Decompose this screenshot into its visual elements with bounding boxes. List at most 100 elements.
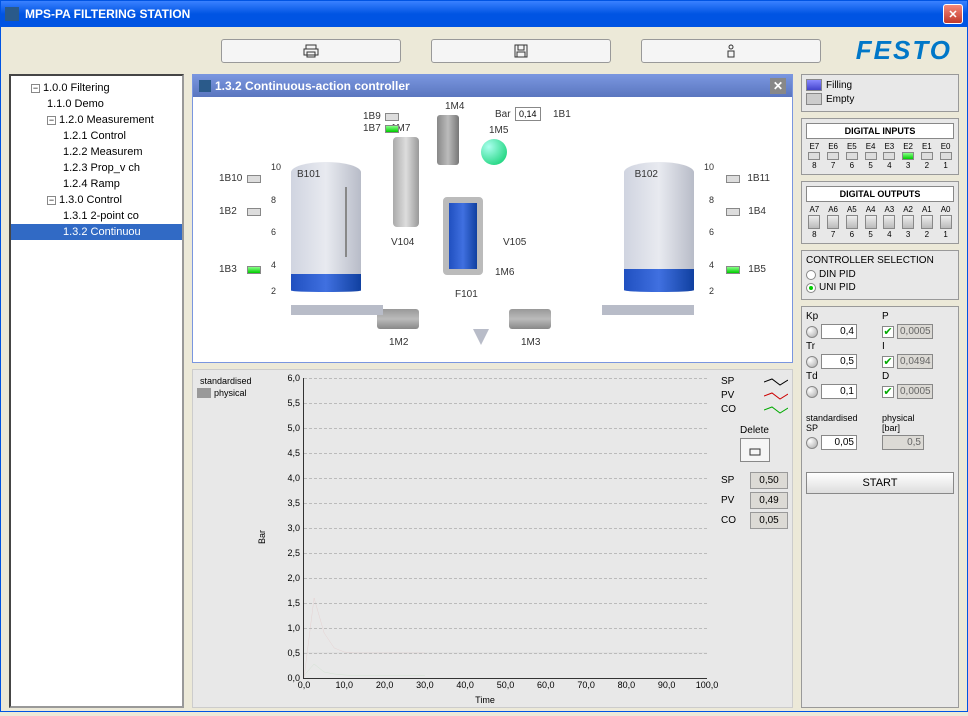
dout-switch-A7[interactable]: [808, 215, 820, 229]
pump-1m3: [509, 309, 551, 329]
sp-knob[interactable]: [806, 437, 818, 449]
radio-uni-pid[interactable]: UNI PID: [806, 282, 954, 293]
tree-item[interactable]: −1.3.0 Control: [11, 192, 182, 208]
filling-indicator: [806, 79, 822, 91]
tank-b101: [291, 162, 361, 292]
tank-b102-label: B102: [635, 169, 658, 180]
dout-switch-A3[interactable]: [883, 215, 895, 229]
d-checkbox[interactable]: ✔: [882, 386, 894, 398]
pv-value: 0,49: [750, 492, 788, 509]
dout-switch-A2[interactable]: [902, 215, 914, 229]
tree-item[interactable]: 1.2.4 Ramp: [11, 176, 182, 192]
i-checkbox[interactable]: ✔: [882, 356, 894, 368]
empty-indicator: [806, 93, 822, 105]
tree-item[interactable]: 1.3.1 2-point co: [11, 208, 182, 224]
titlebar: MPS-PA FILTERING STATION ✕: [1, 1, 967, 27]
din-led-E1: [921, 152, 933, 160]
toolbar: FESTO: [1, 27, 967, 74]
led-1b7: [385, 125, 399, 133]
outflow-arrow-icon: [471, 307, 491, 347]
tr-knob[interactable]: [806, 356, 818, 368]
sp-value: 0,50: [750, 472, 788, 489]
digital-outputs-panel: DIGITAL OUTPUTS A78A67A56A45A34A23A12A01: [801, 181, 959, 244]
led-1b9: [385, 113, 399, 121]
dome-1m5: [481, 139, 507, 165]
delete-label: Delete: [721, 425, 788, 436]
legend-sp: SP: [721, 376, 788, 387]
brand-logo: FESTO: [856, 35, 952, 66]
toolbar-stop-button[interactable]: [641, 39, 821, 63]
stirrer-motor: [393, 137, 419, 227]
tree-item[interactable]: 1.2.3 Prop_v ch: [11, 160, 182, 176]
led-1b4: [726, 208, 740, 216]
diagram-subwindow: 1.3.2 Continuous-action controller ✕ B10…: [192, 74, 793, 363]
chart-tab-physical[interactable]: physical: [197, 388, 249, 398]
process-diagram: B101 B102 10 8 6 4 2 10: [193, 97, 792, 362]
tank-b101-scale: 10 8 6 4 2: [271, 162, 289, 292]
led-1b2: [247, 208, 261, 216]
din-led-E2: [902, 152, 914, 160]
printer-icon: [303, 43, 319, 59]
chart-xlabel: Time: [475, 695, 495, 705]
tree-expander[interactable]: −: [47, 116, 56, 125]
digital-inputs-panel: DIGITAL INPUTS E78E67E56E45E34E23E12E01: [801, 118, 959, 175]
filter-f101: [443, 197, 483, 275]
actuator-1m4: [437, 115, 459, 165]
tree-item[interactable]: 1.1.0 Demo: [11, 96, 182, 112]
tree-item[interactable]: −1.0.0 Filtering: [11, 80, 182, 96]
kp-knob[interactable]: [806, 326, 818, 338]
dout-switch-A6[interactable]: [827, 215, 839, 229]
stop-icon: [723, 43, 739, 59]
led-1b5: [726, 266, 740, 274]
tree-expander[interactable]: −: [47, 196, 56, 205]
dout-switch-A0[interactable]: [940, 215, 952, 229]
app-title: MPS-PA FILTERING STATION: [25, 7, 190, 21]
navigation-tree[interactable]: −1.0.0 Filtering1.1.0 Demo−1.2.0 Measure…: [9, 74, 184, 708]
tr-value[interactable]: 0,5: [821, 354, 857, 369]
sp-std-value[interactable]: 0,05: [821, 435, 857, 450]
tree-item[interactable]: 1.3.2 Continuou: [11, 224, 182, 240]
close-button[interactable]: ✕: [943, 4, 963, 24]
tree-item[interactable]: 1.2.1 Control: [11, 128, 182, 144]
stirrer-shaft: [345, 187, 347, 257]
start-button[interactable]: START: [806, 472, 954, 494]
co-value: 0,05: [750, 512, 788, 529]
p-checkbox[interactable]: ✔: [882, 326, 894, 338]
chart-plot: 0,00,51,01,52,02,53,03,54,04,55,05,56,00…: [303, 378, 707, 679]
diagram-close-button[interactable]: ✕: [770, 78, 786, 94]
din-led-E7: [808, 152, 820, 160]
din-led-E3: [883, 152, 895, 160]
chart-tab-standardised[interactable]: standardised: [197, 376, 249, 386]
tree-item[interactable]: 1.2.2 Measurem: [11, 144, 182, 160]
pid-params-panel: Kp 0,4 Tr 0,5 Td 0,1 P ✔0,0005 I ✔0,0494…: [801, 306, 959, 708]
toolbar-print-button[interactable]: [221, 39, 401, 63]
tree-expander[interactable]: −: [31, 84, 40, 93]
din-led-E0: [940, 152, 952, 160]
kp-value[interactable]: 0,4: [821, 324, 857, 339]
td-knob[interactable]: [806, 386, 818, 398]
disk-icon: [513, 43, 529, 59]
dout-switch-A1[interactable]: [921, 215, 933, 229]
eraser-icon: [748, 443, 762, 457]
delete-button[interactable]: [740, 438, 770, 462]
controller-selection-panel: CONTROLLER SELECTION DIN PID UNI PID: [801, 250, 959, 300]
dout-switch-A5[interactable]: [846, 215, 858, 229]
radio-din-pid[interactable]: DIN PID: [806, 269, 954, 280]
td-value[interactable]: 0,1: [821, 384, 857, 399]
fill-indicator-panel: Filling Empty: [801, 74, 959, 112]
i-value: 0,0494: [897, 354, 933, 369]
din-led-E6: [827, 152, 839, 160]
tank-b102: [624, 162, 694, 292]
toolbar-save-button[interactable]: [431, 39, 611, 63]
diagram-title: 1.3.2 Continuous-action controller: [215, 79, 410, 93]
tank-b102-scale: 10 8 6 4 2: [696, 162, 714, 292]
legend-co: CO: [721, 404, 788, 415]
led-1b11: [726, 175, 740, 183]
main-window: MPS-PA FILTERING STATION ✕ FESTO −1.0.0 …: [0, 0, 968, 712]
dout-switch-A4[interactable]: [865, 215, 877, 229]
tank-b101-label: B101: [297, 169, 320, 180]
subwindow-icon: [199, 80, 211, 92]
pressure-value: 0,14: [515, 107, 541, 121]
led-1b10: [247, 175, 261, 183]
tree-item[interactable]: −1.2.0 Measurement: [11, 112, 182, 128]
